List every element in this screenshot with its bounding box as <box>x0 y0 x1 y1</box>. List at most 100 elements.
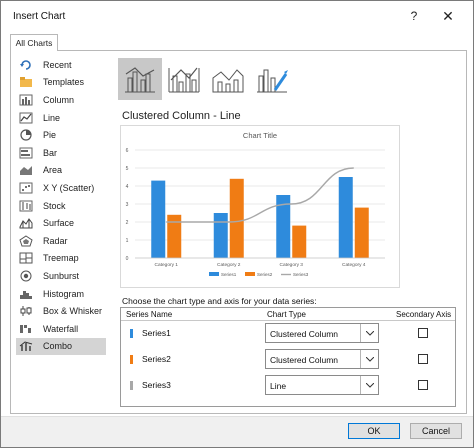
subtype-stacked-area-clustered-column[interactable] <box>206 58 250 100</box>
title-bar: Insert Chart ? ✕ <box>1 1 473 31</box>
sidebar-item-templates[interactable]: Templates <box>16 74 106 92</box>
bar-series2 <box>229 178 244 258</box>
pie-chart-icon <box>20 129 32 141</box>
sidebar-item-radar[interactable]: Radar <box>16 232 106 250</box>
ok-button[interactable]: OK <box>348 423 400 439</box>
sidebar-item-pie[interactable]: Pie <box>16 126 106 144</box>
chart-preview-svg: Chart Title 0 1 2 3 4 5 6 Category 1 Category 2… <box>126 131 385 277</box>
stacked-area-clustered-column-icon <box>212 69 244 93</box>
x-category-label: Category 4 <box>342 262 366 268</box>
sidebar-item-stock[interactable]: Stock <box>16 197 106 215</box>
series-name: Series2 <box>142 354 171 364</box>
series-color-swatch <box>130 355 133 364</box>
chart-type-dropdown[interactable]: Line <box>265 375 379 395</box>
chart-type-value: Line <box>270 381 287 391</box>
sidebar-item-treemap[interactable]: Treemap <box>16 250 106 268</box>
secondary-axis-checkbox[interactable] <box>418 380 428 390</box>
chart-subtype-gallery <box>118 58 294 102</box>
sidebar-item-label: Line <box>43 112 61 123</box>
sidebar-item-surface[interactable]: Surface <box>16 214 106 232</box>
box-whisker-chart-icon <box>20 306 32 317</box>
y-tick-label: 0 <box>126 256 129 262</box>
series-section-label: Choose the chart type and axis for your … <box>122 296 317 306</box>
combo-chart-icon <box>19 341 33 352</box>
x-category-label: Category 2 <box>217 262 241 268</box>
sidebar-item-recent[interactable]: Recent <box>16 56 106 74</box>
sidebar-item-waterfall[interactable]: Waterfall <box>16 320 106 338</box>
series-color-swatch <box>130 329 133 338</box>
subtype-custom-combination[interactable] <box>250 58 294 100</box>
sidebar-item-label: Box & Whisker <box>43 306 103 317</box>
y-tick-label: 4 <box>126 184 129 190</box>
dialog-button-bar <box>1 416 473 447</box>
surface-chart-icon <box>19 218 33 229</box>
sidebar-item-label: Stock <box>43 200 66 211</box>
chart-type-dropdown[interactable]: Clustered Column <box>265 323 379 343</box>
sidebar-item-label: Recent <box>43 59 72 70</box>
templates-icon <box>20 77 32 88</box>
sidebar-item-label: Sunburst <box>43 270 80 281</box>
x-category-label: Category 1 <box>155 262 179 268</box>
x-category-label: Category 3 <box>280 262 304 268</box>
help-button[interactable]: ? <box>407 8 421 24</box>
radar-chart-icon <box>19 235 33 247</box>
header-chart-type: Chart Type <box>267 310 306 319</box>
sidebar-item-area[interactable]: Area <box>16 162 106 180</box>
sidebar-item-label: Bar <box>43 147 58 158</box>
series-name: Series3 <box>142 380 171 390</box>
chevron-down-icon <box>365 382 374 388</box>
recent-icon <box>20 60 31 70</box>
subtype-clustered-column-line-secondary[interactable] <box>162 58 206 100</box>
dropdown-arrow[interactable] <box>360 324 378 342</box>
dialog-title: Insert Chart <box>13 11 66 22</box>
close-button[interactable]: ✕ <box>441 8 455 24</box>
bar-series1 <box>213 213 228 258</box>
legend-label: Series1 <box>221 272 237 277</box>
area-chart-icon <box>20 166 32 176</box>
line-chart-icon <box>19 112 33 124</box>
secondary-axis-checkbox[interactable] <box>418 328 428 338</box>
sidebar-item-label: Waterfall <box>43 323 79 334</box>
subtype-clustered-column-line[interactable] <box>118 58 162 100</box>
histogram-chart-icon <box>20 290 32 299</box>
dropdown-arrow[interactable] <box>360 376 378 394</box>
cancel-button[interactable]: Cancel <box>410 423 462 439</box>
y-tick-label: 6 <box>126 148 129 154</box>
y-tick-label: 3 <box>126 202 129 208</box>
y-tick-label: 5 <box>126 166 129 172</box>
y-tick-label: 1 <box>126 238 129 244</box>
sidebar-item-sunburst[interactable]: Sunburst <box>16 267 106 285</box>
chart-type-dropdown[interactable]: Clustered Column <box>265 349 379 369</box>
sidebar-item-label: X Y (Scatter) <box>43 182 95 193</box>
chevron-down-icon <box>365 356 374 362</box>
sidebar-item-combo[interactable]: Combo <box>16 337 106 356</box>
sidebar-item-label: Histogram <box>43 288 85 299</box>
column-chart-icon <box>19 94 33 106</box>
header-secondary-axis: Secondary Axis <box>396 310 452 319</box>
sidebar-item-column[interactable]: Column <box>16 91 106 109</box>
bar-series1 <box>151 180 166 258</box>
chart-title: Chart Title <box>243 131 277 140</box>
dropdown-arrow[interactable] <box>360 350 378 368</box>
series-name: Series1 <box>142 328 171 338</box>
sidebar-item-line[interactable]: Line <box>16 109 106 127</box>
series-row: Series3 Line <box>121 375 455 397</box>
sidebar-item-x-y-scatter[interactable]: X Y (Scatter) <box>16 179 106 197</box>
line-series3 <box>166 167 354 223</box>
chart-type-value: Clustered Column <box>270 355 339 365</box>
sidebar-item-label: Area <box>43 165 63 176</box>
secondary-axis-checkbox[interactable] <box>418 354 428 364</box>
sidebar-item-bar[interactable]: Bar <box>16 144 106 162</box>
sidebar-item-label: Column <box>43 94 75 105</box>
tab-all-charts[interactable]: All Charts <box>10 34 58 51</box>
legend-label: Series3 <box>293 272 309 277</box>
chart-preview: Chart Title 0 1 2 3 4 5 6 Category 1 Category 2… <box>120 125 400 288</box>
sidebar-item-label: Pie <box>43 130 57 141</box>
series-table-header: Series Name Chart Type Secondary Axis <box>121 308 455 321</box>
scatter-chart-icon <box>19 182 33 194</box>
sidebar-item-label: Radar <box>43 235 68 246</box>
bar-series1 <box>338 177 353 258</box>
sidebar-item-histogram[interactable]: Histogram <box>16 285 106 303</box>
sidebar-item-label: Treemap <box>43 253 79 264</box>
sidebar-item-box-whisker[interactable]: Box & Whisker <box>16 302 106 320</box>
